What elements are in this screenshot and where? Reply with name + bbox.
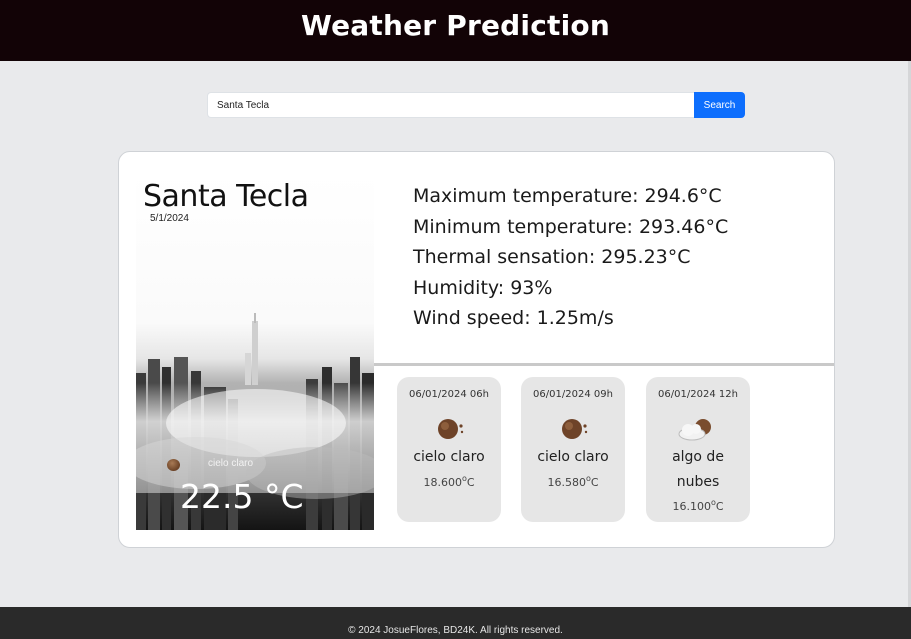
humidity: Humidity: 93% <box>413 276 553 299</box>
current-weather-panel: Santa Tecla 5/1/2024 cielo claro 22.5 °C <box>136 173 374 530</box>
clear-night-icon <box>438 419 464 439</box>
forecast-datetime: 06/01/2024 09h <box>533 389 613 400</box>
section-divider <box>374 363 834 366</box>
clear-night-icon <box>562 419 588 439</box>
footer: © 2024 JosueFlores, BD24K. All rights re… <box>0 607 911 639</box>
current-condition: cielo claro <box>208 458 254 469</box>
clear-night-icon <box>167 459 180 471</box>
thermal-sensation: Thermal sensation: 295.23°C <box>413 246 691 268</box>
weather-details: Maximum temperature: 294.6°C Minimum tem… <box>413 181 813 334</box>
forecast-temperature: 16.100oC <box>672 498 724 513</box>
forecast-description: cielo claro <box>413 449 485 465</box>
forecast-temperature: 18.600oC <box>423 474 475 489</box>
wind-speed: Wind speed: 1.25m/s <box>413 307 614 329</box>
copyright-text: © 2024 JosueFlores, BD24K. All rights re… <box>348 625 563 636</box>
search-input[interactable] <box>207 92 694 118</box>
forecast-description: cielo claro <box>537 449 609 465</box>
few-clouds-icon <box>678 419 711 441</box>
search-bar: Search <box>207 92 745 118</box>
max-temperature: Maximum temperature: 294.6°C <box>413 185 722 207</box>
min-temperature: Minimum temperature: 293.46°C <box>413 215 729 238</box>
search-button[interactable]: Search <box>694 92 745 118</box>
page-title: Weather Prediction <box>301 9 610 42</box>
forecast-datetime: 06/01/2024 06h <box>409 389 489 400</box>
current-date: 5/1/2024 <box>150 213 189 224</box>
city-name: Santa Tecla <box>143 179 309 214</box>
forecast-datetime: 06/01/2024 12h <box>658 389 738 400</box>
forecast-description: algo de nubes <box>672 449 724 490</box>
header-bar: Weather Prediction <box>0 0 911 61</box>
forecast-temperature: 16.580oC <box>547 474 599 489</box>
forecast-card: 06/01/2024 12h algo de nubes 16.100oC <box>646 377 750 522</box>
forecast-card: 06/01/2024 06h cielo claro 18.600oC <box>397 377 501 522</box>
forecast-card: 06/01/2024 09h cielo claro 16.580oC <box>521 377 625 522</box>
current-temperature: 22.5 °C <box>180 477 304 516</box>
